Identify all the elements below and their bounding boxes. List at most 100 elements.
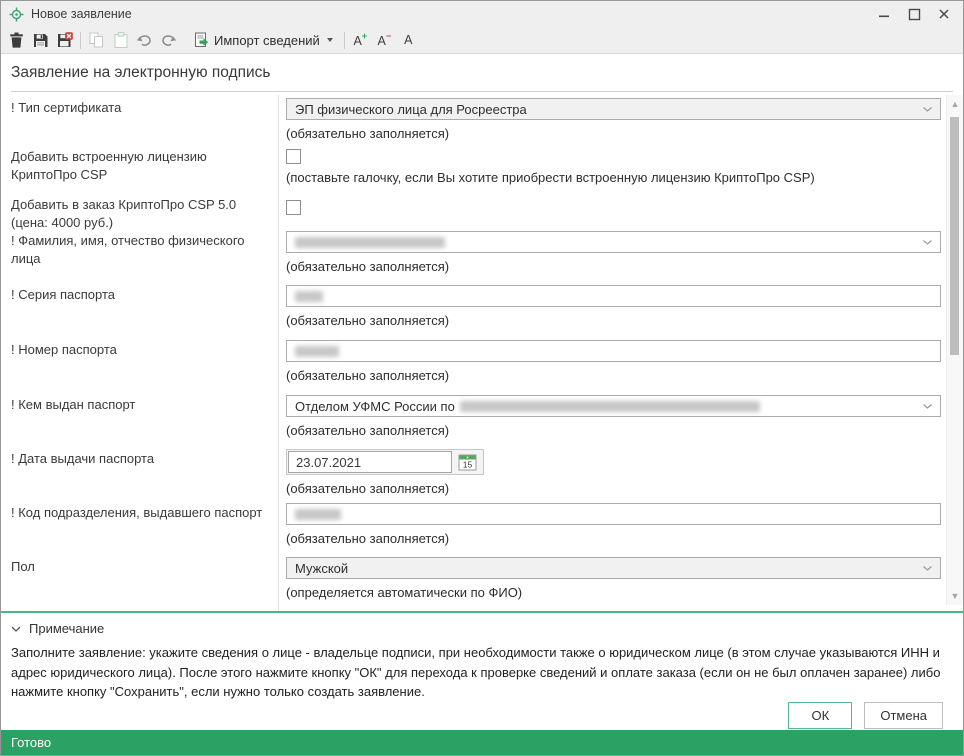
issued-by-visible-text: Отделом УФМС России по [295, 399, 455, 414]
import-data-button[interactable]: Импорт сведений [186, 29, 340, 51]
passport-issue-date-field[interactable]: 23.07.2021 15 [286, 449, 484, 475]
field-hint: (обязательно заполняется) [286, 313, 941, 328]
toolbar-separator [80, 32, 81, 49]
font-reset-icon: A [404, 34, 412, 47]
field-label: Добавить в заказ КриптоПро CSP 5.0 (цена… [1, 192, 279, 228]
font-increase-icon: A+ [353, 33, 367, 48]
redacted-value [295, 509, 341, 520]
field-hint: (обязательно заполняется) [286, 259, 941, 274]
scroll-down-icon[interactable]: ▼ [947, 589, 963, 603]
undo-button[interactable] [133, 29, 156, 51]
field-label: ! Серия паспорта [1, 282, 279, 337]
field-label: Добавить встроенную лицензию КриптоПро C… [1, 144, 279, 192]
full-name-select[interactable] [286, 231, 941, 253]
copy-icon [89, 32, 104, 48]
chevron-down-icon [923, 566, 932, 571]
field-hint: (обязательно заполняется) [286, 531, 941, 546]
field-label: ! Тип сертификата [1, 95, 279, 144]
form-row-full-name: ! Фамилия, имя, отчество физического лиц… [1, 228, 947, 282]
note-title: Примечание [29, 621, 104, 636]
paste-icon [114, 32, 128, 48]
gender-value: Мужской [295, 561, 348, 576]
field-hint: (определяется автоматически по ФИО) [286, 585, 941, 600]
note-section: Примечание Заполните заявление: укажите … [1, 611, 963, 702]
form-row-passport-issue-date: ! Дата выдачи паспорта 23.07.2021 15 [1, 446, 947, 500]
calendar-picker-button[interactable]: 15 [452, 451, 482, 473]
chevron-down-icon [923, 240, 932, 245]
status-text: Готово [11, 735, 51, 750]
maximize-icon[interactable] [899, 3, 929, 25]
field-label: ! Номер паспорта [1, 337, 279, 392]
form-row-embedded-license: Добавить встроенную лицензию КриптоПро C… [1, 144, 947, 192]
save-icon [33, 33, 48, 48]
field-label: ! Дата выдачи паспорта [1, 446, 279, 500]
svg-text:15: 15 [462, 459, 472, 469]
import-icon [193, 32, 209, 48]
copy-button[interactable] [85, 29, 108, 51]
font-reset-button[interactable]: A [397, 29, 420, 51]
chevron-down-icon [11, 626, 21, 632]
undo-icon [136, 33, 153, 48]
passport-issued-by-select[interactable]: Отделом УФМС России по [286, 395, 941, 417]
font-decrease-icon: A− [377, 33, 391, 48]
application-window: Новое заявление [0, 0, 964, 756]
field-label: ! Фамилия, имя, отчество физического лиц… [1, 228, 279, 282]
save-button[interactable] [29, 29, 52, 51]
delete-button[interactable] [5, 29, 28, 51]
paste-button[interactable] [109, 29, 132, 51]
field-label: Пол [1, 554, 279, 611]
form-row-passport-number: ! Номер паспорта (обязательно заполняетс… [1, 337, 947, 392]
toolbar: Импорт сведений A+ A− A [1, 27, 963, 53]
cancel-button[interactable]: Отмена [864, 702, 943, 729]
chevron-down-icon [923, 107, 932, 112]
scroll-up-icon[interactable]: ▲ [947, 97, 963, 111]
page-title: Заявление на электронную подпись [11, 64, 953, 92]
redo-button[interactable] [157, 29, 180, 51]
toolbar-separator [344, 32, 345, 49]
chevron-down-icon [923, 404, 932, 409]
form-row-passport-issued-by: ! Кем выдан паспорт Отделом УФМС России … [1, 392, 947, 446]
close-icon[interactable] [929, 3, 959, 25]
certificate-type-select[interactable]: ЭП физического лица для Росреестра [286, 98, 941, 120]
field-hint: (обязательно заполняется) [286, 368, 941, 383]
save-and-close-button[interactable] [53, 29, 76, 51]
date-input[interactable]: 23.07.2021 [288, 451, 452, 473]
redo-icon [160, 33, 177, 48]
redacted-value [295, 346, 339, 357]
trash-icon [9, 32, 24, 48]
form-row-certificate-type: ! Тип сертификата ЭП физического лица дл… [1, 95, 947, 144]
title-bar: Новое заявление [1, 1, 963, 27]
field-hint: (обязательно заполняется) [286, 126, 941, 141]
content-area: Заявление на электронную подпись ! Тип с… [1, 53, 963, 730]
certificate-type-value: ЭП физического лица для Росреестра [295, 102, 527, 117]
gender-select[interactable]: Мужской [286, 557, 941, 579]
embedded-license-checkbox[interactable] [286, 149, 301, 164]
form-panel: ! Тип сертификата ЭП физического лица дл… [1, 95, 963, 611]
redacted-value [295, 291, 323, 302]
app-target-icon [9, 7, 24, 22]
passport-number-input[interactable] [286, 340, 941, 362]
form-row-csp5-order: Добавить в заказ КриптоПро CSP 5.0 (цена… [1, 192, 947, 228]
field-label: ! Код подразделения, выдавшего паспорт [1, 500, 279, 554]
csp5-order-checkbox[interactable] [286, 200, 301, 215]
subdivision-code-input[interactable] [286, 503, 941, 525]
chevron-down-icon [327, 38, 333, 42]
scrollbar-thumb[interactable] [950, 117, 959, 355]
save-close-icon [57, 32, 73, 48]
vertical-scrollbar[interactable]: ▲ ▼ [946, 95, 963, 605]
note-header[interactable]: Примечание [11, 621, 953, 636]
window-title: Новое заявление [31, 7, 132, 21]
status-bar: Готово [1, 730, 963, 755]
field-label: ! Кем выдан паспорт [1, 392, 279, 446]
font-decrease-button[interactable]: A− [373, 29, 396, 51]
field-hint: (поставьте галочку, если Вы хотите приоб… [286, 170, 941, 185]
font-increase-button[interactable]: A+ [349, 29, 372, 51]
note-text: Заполните заявление: укажите сведения о … [11, 643, 953, 702]
redacted-value [295, 237, 445, 248]
field-hint: (обязательно заполняется) [286, 481, 941, 496]
field-hint: (обязательно заполняется) [286, 423, 941, 438]
minimize-icon[interactable] [869, 3, 899, 25]
passport-series-input[interactable] [286, 285, 941, 307]
ok-button[interactable]: ОК [788, 702, 852, 729]
form-row-subdivision-code: ! Код подразделения, выдавшего паспорт (… [1, 500, 947, 554]
